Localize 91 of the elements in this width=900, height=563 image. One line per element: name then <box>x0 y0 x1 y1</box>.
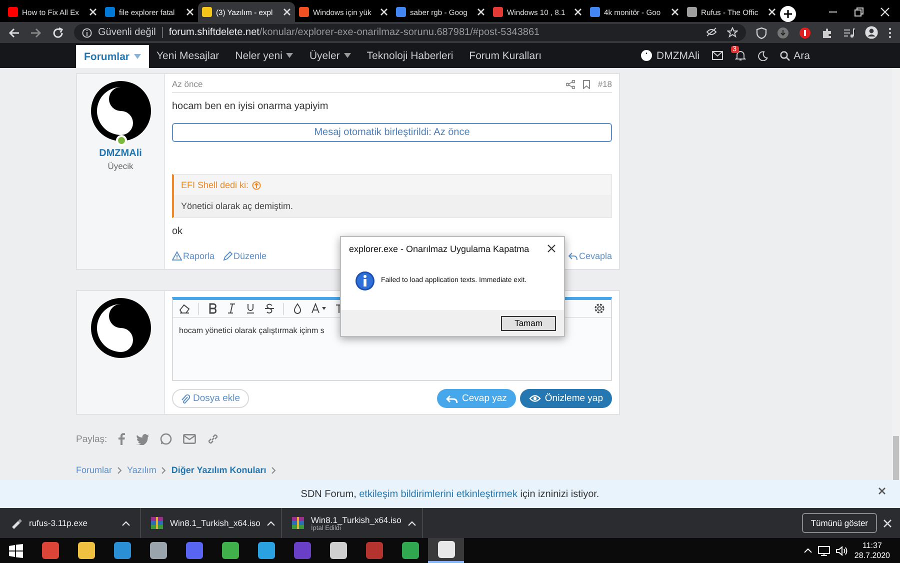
file-name: Win8.1_Turkish_x64.iso <box>170 518 260 528</box>
clock-date: 28.7.2020 <box>854 550 890 560</box>
preview-button[interactable]: Önizleme yap <box>520 389 612 408</box>
post-number[interactable]: #18 <box>598 79 612 89</box>
info-icon <box>355 270 375 290</box>
reply-icon <box>568 251 578 261</box>
media-queue-icon[interactable] <box>843 26 855 38</box>
puzzle-icon[interactable] <box>821 26 833 38</box>
post-time[interactable]: Az önce <box>172 79 203 89</box>
reply-icon <box>446 394 458 404</box>
eye-off-icon[interactable] <box>706 27 717 37</box>
extension-icon[interactable] <box>799 26 811 38</box>
chevron-icon <box>271 466 276 474</box>
show-all-button[interactable]: Tümünü göster <box>802 513 877 533</box>
ok-button[interactable]: Tamam <box>501 316 556 330</box>
moon-icon[interactable] <box>758 50 768 60</box>
editor-text: hocam yönetici olarak çalıştırmak içinm s <box>179 326 324 335</box>
bell-icon[interactable] <box>734 50 746 61</box>
speaker-icon[interactable] <box>836 546 848 556</box>
search-icon <box>780 50 790 60</box>
italic-icon[interactable] <box>226 303 237 314</box>
address-field[interactable]: Güvenli değil forum.shiftdelete.net/konular/explorer-exe-onarilmaz-sorunu.687981/#post-5343861 <box>74 24 746 41</box>
link-icon[interactable] <box>207 433 220 445</box>
restore-icon[interactable] <box>854 7 864 17</box>
chevron-icon <box>117 466 122 474</box>
close-icon[interactable] <box>547 244 556 253</box>
nav-tab[interactable]: Neler yeni <box>227 43 302 68</box>
avatar-icon <box>641 50 652 61</box>
eraser-icon[interactable] <box>179 303 190 314</box>
info-icon <box>82 28 92 38</box>
scrollbar[interactable] <box>892 68 900 480</box>
strikethrough-icon[interactable] <box>264 303 275 314</box>
chevron-up-icon[interactable] <box>122 520 130 526</box>
merged-notice: Mesaj otomatik birleştirildi: Az önce <box>172 123 612 142</box>
drop-icon[interactable] <box>292 303 303 314</box>
user-role: Üyecik <box>108 161 134 171</box>
shield-icon[interactable] <box>756 26 767 38</box>
usb-drive-icon <box>10 517 22 529</box>
file-name: Win8.1_Turkish_x64.iso <box>311 514 402 524</box>
pencil-icon <box>222 251 233 261</box>
taskbar-app[interactable] <box>428 538 464 563</box>
forward-icon[interactable] <box>30 26 42 38</box>
chevron-icon <box>161 466 166 474</box>
post-text: ok <box>172 226 184 237</box>
share-label: Paylaş: <box>76 434 108 444</box>
bookmark-icon[interactable] <box>582 80 590 88</box>
breadcrumb-link[interactable]: Diğer Yazılım Konuları <box>171 465 266 475</box>
twitter-icon[interactable] <box>136 434 150 444</box>
download-icon[interactable] <box>777 26 789 38</box>
windows-icon[interactable] <box>9 544 23 558</box>
back-icon[interactable] <box>8 26 20 38</box>
url-text: forum.shiftdelete.net/konular/explorer-exe-onarilmaz-sorunu.687981/#post-5343861 <box>168 27 540 38</box>
yin-yang-avatar <box>90 298 150 358</box>
network-icon[interactable] <box>818 546 830 556</box>
nav-tab[interactable]: Forum Kuralları <box>461 43 550 68</box>
username[interactable]: DMZMAli <box>99 148 142 159</box>
underline-icon[interactable] <box>245 303 256 314</box>
mail-icon[interactable] <box>712 51 723 60</box>
security-label: Güvenli değil <box>98 27 163 38</box>
font-size-icon[interactable] <box>311 303 327 314</box>
chevron-up-icon[interactable] <box>408 520 416 526</box>
dialog-title: explorer.exe - Onarılmaz Uygulama Kapatma <box>349 244 530 254</box>
quote-text: Yönetici olarak aç demiştim. <box>174 195 611 217</box>
facebook-icon[interactable] <box>118 433 126 445</box>
archive-icon <box>292 517 304 529</box>
share-icon[interactable] <box>566 80 575 88</box>
notice-text: SDN Forum, etkileşim bildirimlerini etkinleştirmek için izninizi istiyor. <box>300 488 600 500</box>
chevron-up-icon[interactable] <box>267 520 276 526</box>
archive-icon <box>151 517 163 529</box>
notice-link[interactable]: etkileşim bildirimlerini etkinleştirmek <box>359 488 518 500</box>
settings-icon[interactable] <box>594 303 605 314</box>
paperclip-icon <box>181 394 190 404</box>
nav-tab[interactable]: Forumlar <box>76 45 149 68</box>
post-text: hocam ben en iyisi onarma yapiyim <box>172 101 330 112</box>
new-tab-icon[interactable] <box>780 6 796 22</box>
warning-icon <box>172 251 182 261</box>
search-link[interactable]: Ara <box>780 50 810 62</box>
nav-tab[interactable]: Yeni Mesajlar <box>148 43 228 68</box>
nav-tab[interactable]: Üyeler <box>301 43 359 68</box>
star-icon[interactable] <box>727 27 738 38</box>
username[interactable]: DMZMAli <box>656 50 700 62</box>
bold-icon[interactable] <box>207 303 218 314</box>
clock-time: 11:37 <box>861 540 883 550</box>
file-name: rufus-3.11p.exe <box>29 518 88 528</box>
more-icon[interactable] <box>888 26 892 38</box>
nav-tab[interactable]: Teknoloji Haberleri <box>358 43 462 68</box>
close-icon[interactable] <box>878 487 886 495</box>
reload-icon[interactable] <box>52 26 64 38</box>
eye-icon <box>528 394 541 403</box>
yin-yang-avatar <box>90 81 150 141</box>
profile-icon[interactable] <box>865 26 878 39</box>
